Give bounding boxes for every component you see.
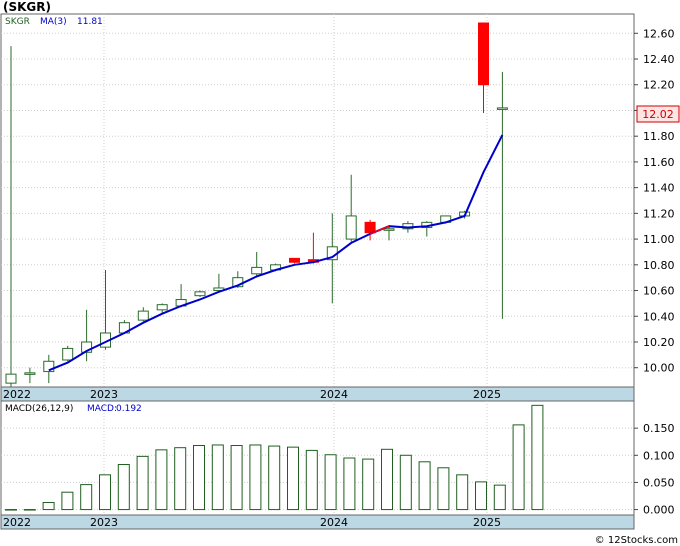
macd-x-tick-label: 2025: [473, 516, 501, 529]
price-y-axis: 12.6012.4012.2012.0011.8011.6011.4011.20…: [634, 27, 675, 375]
macd-bar: [99, 474, 111, 511]
macd-bar: [305, 449, 318, 511]
macd-bar: [211, 444, 224, 511]
macd-bar: [23, 509, 36, 511]
macd-bar: [249, 444, 262, 511]
macd-x-tick-label: 2024: [320, 516, 348, 529]
candle-body: [194, 291, 206, 297]
macd-y-tick-label: 0.100: [643, 449, 675, 462]
candle-body: [156, 304, 168, 311]
candle-body: [496, 107, 508, 110]
legend-ma-label: MA(3): [40, 17, 67, 27]
macd-bar: [230, 445, 243, 511]
price-panel: [0, 13, 635, 388]
price-y-tick-label: 11.80: [643, 130, 675, 143]
macd-bar: [287, 446, 299, 511]
price-y-tick-label: 10.40: [643, 310, 675, 323]
macd-bar: [174, 447, 187, 511]
macd-y-tick-label: 0.000: [643, 504, 675, 517]
legend-ma-value: 11.81: [77, 17, 103, 27]
macd-bar: [399, 454, 412, 511]
candle-body: [62, 347, 74, 361]
chart-canvas: 12.6012.4012.2012.0011.8011.6011.4011.20…: [0, 13, 680, 546]
candle-body: [251, 266, 263, 275]
candle-body: [345, 215, 357, 240]
price-x-tick-label: 2022: [3, 388, 31, 401]
macd-legend-value: 0.192: [116, 404, 142, 414]
macd-bar: [268, 445, 281, 511]
candle-body: [289, 257, 300, 263]
macd-bar: [362, 458, 375, 511]
candle-body: [364, 221, 376, 234]
macd-bar: [117, 464, 130, 511]
macd-bar: [493, 484, 506, 511]
macd-bar: [531, 404, 544, 511]
price-y-tick-label: 11.00: [643, 233, 675, 246]
macd-bar: [437, 467, 450, 511]
macd-bar: [418, 461, 431, 511]
price-y-tick-label: 11.60: [643, 156, 675, 169]
macd-bar: [136, 455, 149, 511]
macd-y-tick-label: 0.150: [643, 422, 675, 435]
macd-bar: [155, 449, 168, 511]
macd-y-axis: 0.150 0.100 0.050 0.000: [634, 422, 675, 517]
price-y-tick-label: 12.20: [643, 79, 675, 92]
macd-legend-name: MACD(26,12,9): [5, 404, 73, 414]
price-y-tick-label: 10.00: [643, 362, 675, 375]
macd-bar: [456, 474, 469, 511]
candle-body: [137, 310, 149, 321]
macd-bar: [381, 448, 393, 511]
macd-bar: [193, 445, 205, 511]
price-y-tick-label: 10.20: [643, 336, 675, 349]
macd-x-tick-label: 2023: [90, 516, 118, 529]
macd-x-tick-label: 2022: [3, 516, 31, 529]
legend-symbol: SKGR: [5, 17, 30, 27]
macd-bar: [475, 481, 487, 511]
price-y-tick-label: 11.40: [643, 182, 675, 195]
candle-body: [383, 228, 395, 231]
price-x-tick-label: 2023: [90, 388, 118, 401]
macd-bar: [324, 454, 337, 511]
macd-legend-value-label: MACD:: [87, 404, 117, 414]
price-y-tick-label: 12.40: [643, 53, 675, 66]
price-x-tick-label: 2025: [473, 388, 501, 401]
macd-bar: [512, 424, 525, 511]
candle-body: [5, 373, 17, 384]
last-price-tag-label: 12.02: [642, 108, 674, 121]
macd-bar: [42, 502, 55, 511]
candle-body: [478, 22, 489, 86]
macd-bar: [343, 457, 356, 511]
price-y-tick-label: 10.60: [643, 285, 675, 298]
macd-bar: [5, 509, 17, 511]
macd-bar: [80, 484, 93, 511]
price-y-tick-label: 11.20: [643, 207, 675, 220]
price-y-tick-label: 12.60: [643, 27, 675, 40]
price-y-tick-label: 10.80: [643, 259, 675, 272]
macd-bar: [61, 491, 74, 511]
candle-body: [24, 372, 36, 375]
price-x-tick-label: 2024: [320, 388, 348, 401]
macd-y-tick-label: 0.050: [643, 476, 675, 489]
watermark: © 12Stocks.com: [595, 535, 678, 546]
